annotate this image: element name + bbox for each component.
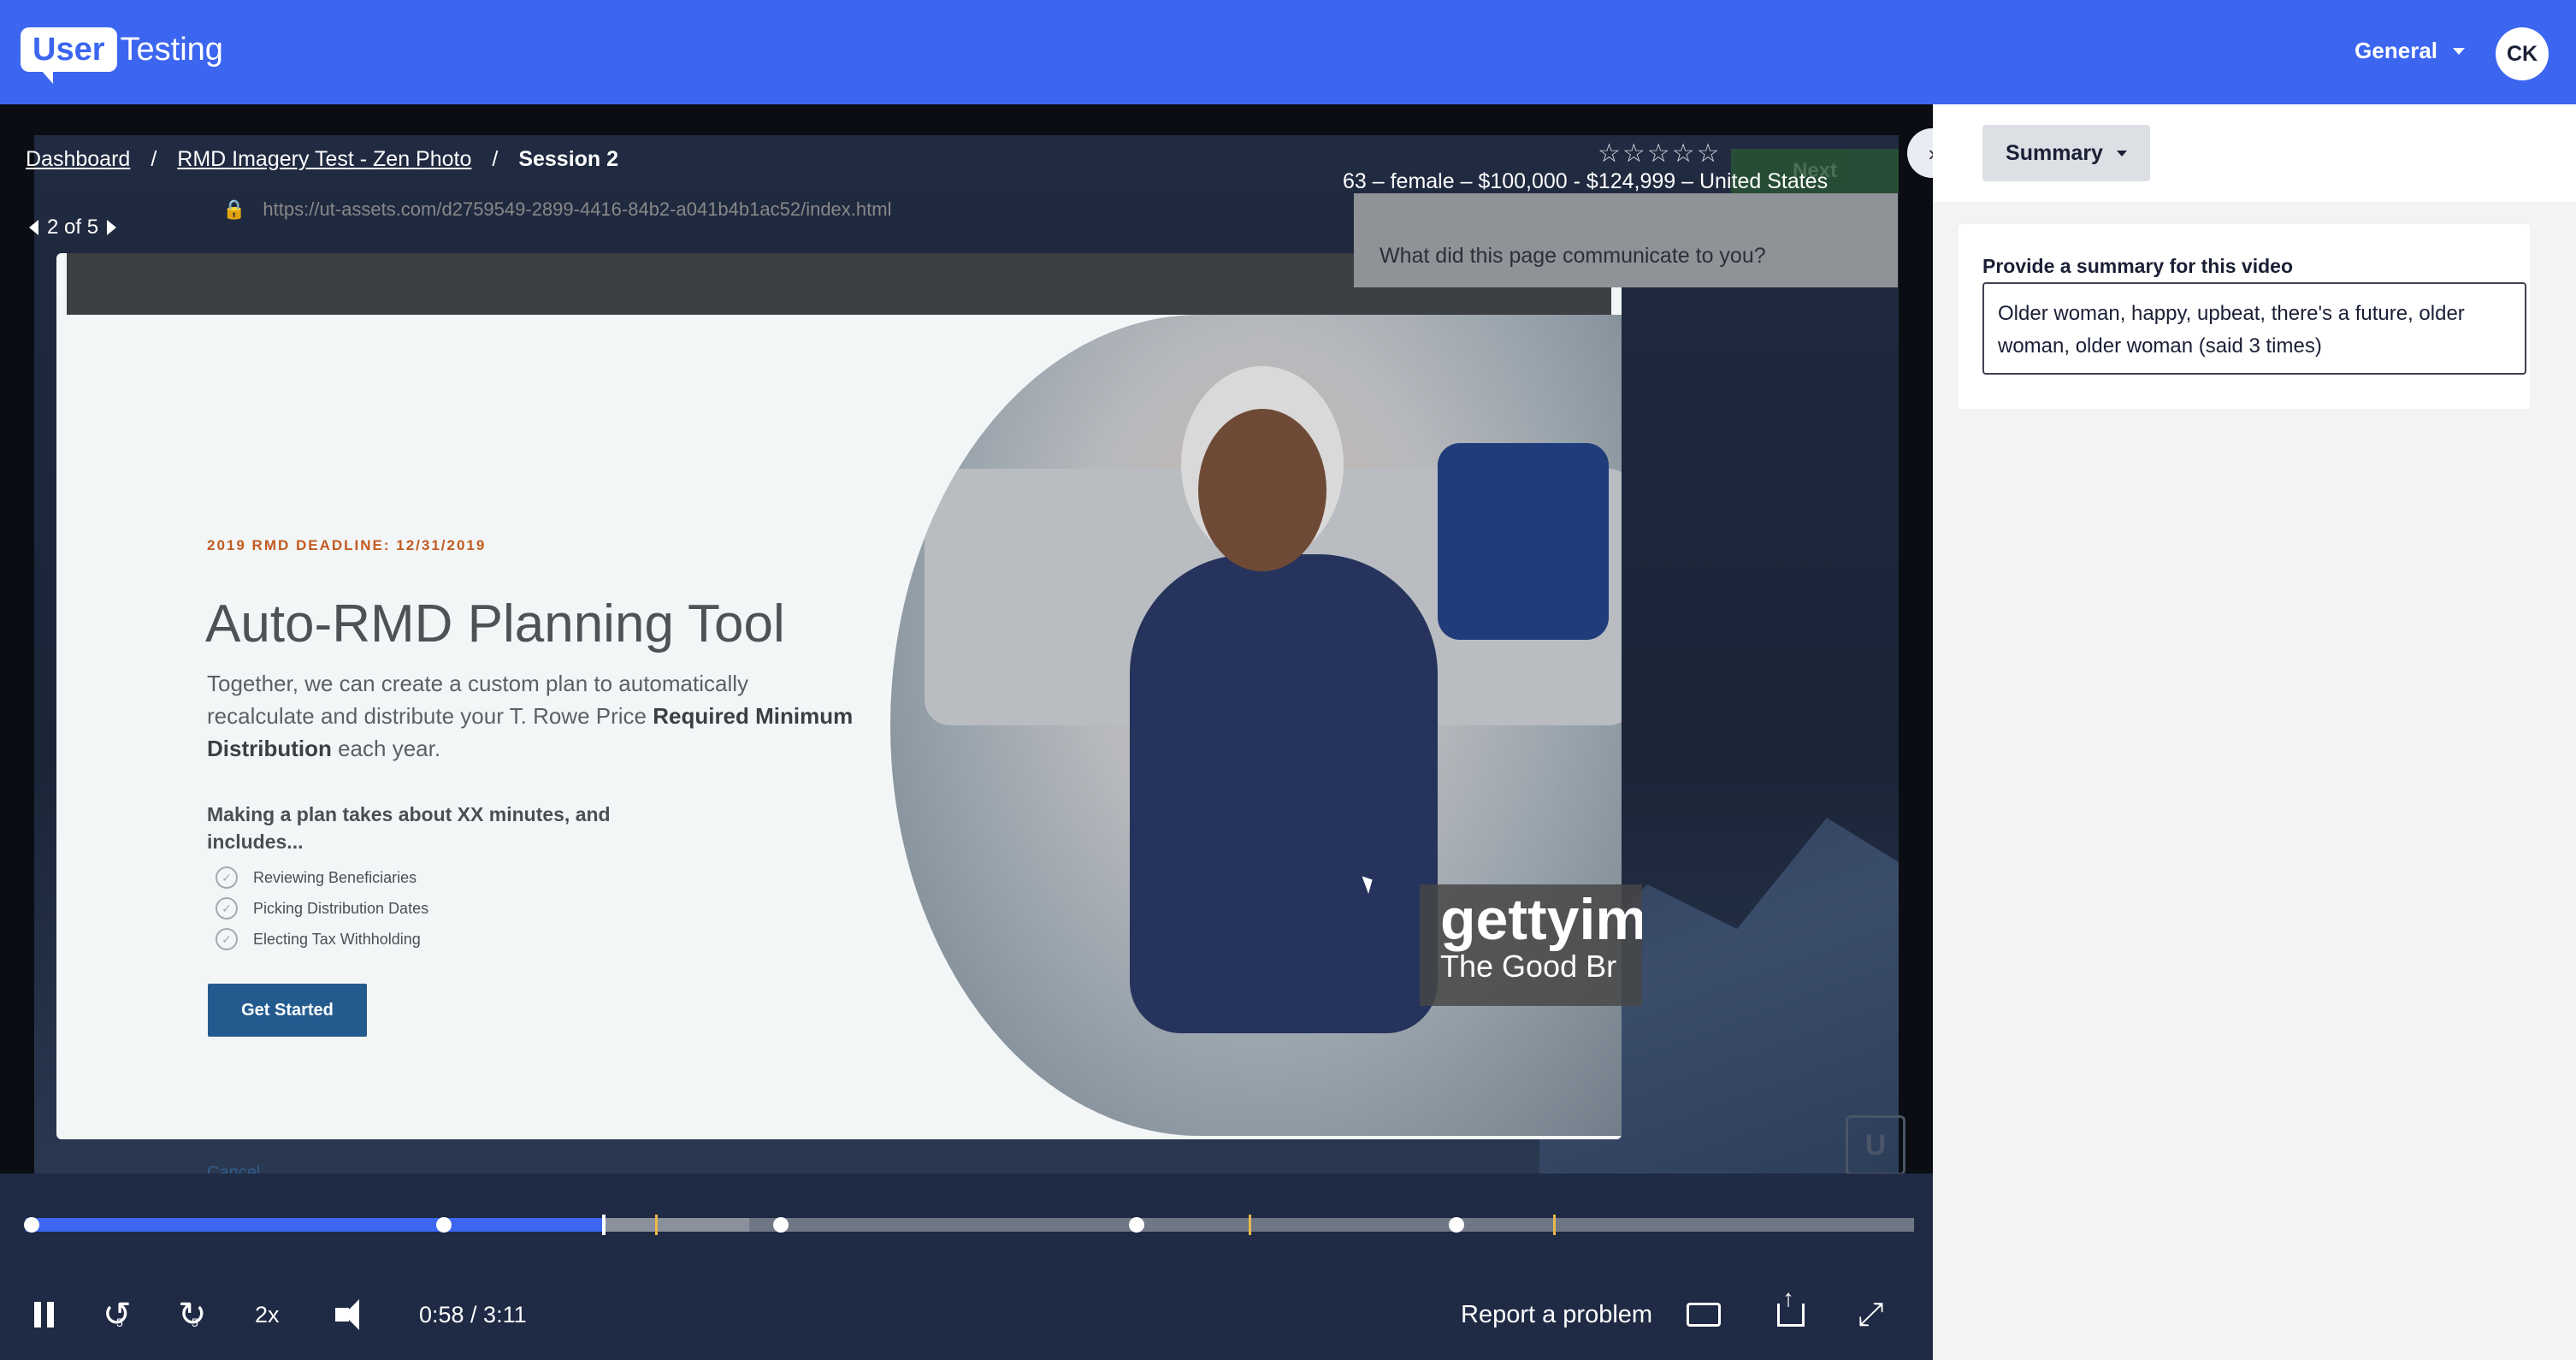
volume-button[interactable] — [335, 1276, 361, 1353]
recorded-cancel-link: Cancel — [207, 1163, 261, 1174]
photo-person-head — [1198, 409, 1326, 571]
keyboard-icon — [1687, 1303, 1721, 1327]
summary-dropdown-button[interactable]: Summary — [1982, 125, 2150, 181]
timeline-note-dot[interactable] — [24, 1217, 39, 1233]
breadcrumb-dashboard-link[interactable]: Dashboard — [26, 147, 130, 172]
keyboard-shortcuts-button[interactable] — [1687, 1276, 1721, 1353]
check-circle-icon: ✓ — [216, 928, 238, 950]
getty-watermark-main: gettyim — [1440, 887, 1642, 952]
report-problem-button[interactable]: Report a problem — [1461, 1276, 1652, 1353]
top-navigation-bar: User Testing General CK — [0, 0, 2576, 104]
usertesting-recorder-badge: U — [1846, 1115, 1905, 1174]
rewind-5-icon: ↺ 5 — [103, 1296, 132, 1333]
time-display: 0:58 / 3:11 — [419, 1301, 527, 1327]
recorded-browser-address-bar: 🔒 https://ut-assets.com/d2759549-2899-44… — [34, 190, 1557, 229]
checklist-item: ✓ Electing Tax Withholding — [216, 924, 428, 955]
checklist-item: ✓ Reviewing Beneficiaries — [216, 862, 428, 893]
getty-watermark-sub: The Good Br — [1440, 949, 1617, 984]
plan-checklist: ✓ Reviewing Beneficiaries ✓ Picking Distri… — [216, 862, 428, 955]
chevron-right-icon[interactable]: › — [1907, 128, 1933, 178]
session-position: 2 of 5 — [47, 216, 99, 239]
timeline-note-dot[interactable] — [773, 1217, 789, 1233]
recorded-url: https://ut-assets.com/d2759549-2899-4416… — [263, 198, 892, 220]
checklist-label: Electing Tax Withholding — [253, 930, 421, 948]
summary-textarea[interactable]: Older woman, happy, upbeat, there's a fu… — [1982, 282, 2526, 375]
next-session-icon[interactable] — [107, 220, 117, 235]
caret-down-icon — [2116, 150, 2127, 157]
recorded-get-started-button: Get Started — [208, 984, 367, 1037]
planning-tool-description: Together, we can create a custom plan to… — [207, 667, 857, 765]
share-icon — [1777, 1285, 1805, 1327]
star-rating[interactable]: ☆☆☆☆☆ — [1598, 139, 1721, 169]
rewind-5-button[interactable]: ↺ 5 — [103, 1276, 132, 1353]
volume-icon — [335, 1299, 359, 1330]
previous-session-icon[interactable] — [29, 220, 38, 235]
timeline-note-dot[interactable] — [436, 1217, 452, 1233]
summary-button-label: Summary — [2006, 140, 2103, 165]
forward-seconds: 5 — [192, 1316, 198, 1329]
timeline-task-marker[interactable] — [655, 1215, 658, 1235]
side-panel-header: Summary — [1933, 104, 2576, 202]
timeline-note-dot[interactable] — [1129, 1217, 1144, 1233]
getty-watermark: gettyim The Good Br — [1420, 884, 1642, 1006]
desc-part2: each year. — [331, 736, 441, 761]
planning-tool-title: Auto-RMD Planning Tool — [205, 594, 785, 653]
logo-user-badge: User — [21, 27, 117, 84]
pause-icon — [34, 1302, 54, 1327]
logo-testing-text: Testing — [120, 32, 223, 68]
timeline-played-fill — [26, 1218, 604, 1232]
workspace-dropdown[interactable]: General — [2354, 38, 2465, 64]
usertesting-logo[interactable]: User Testing — [21, 27, 223, 84]
photo-cushion — [1438, 443, 1609, 640]
video-timeline-scrubber[interactable] — [24, 1215, 1914, 1235]
summary-label: Provide a summary for this video — [1982, 255, 2294, 277]
timeline-playhead[interactable] — [602, 1215, 606, 1235]
checklist-item: ✓ Picking Distribution Dates — [216, 893, 428, 924]
lock-icon: 🔒 — [222, 198, 246, 220]
forward-5-icon: ↻ 5 — [178, 1296, 207, 1333]
breadcrumb-separator: / — [492, 147, 499, 171]
fullscreen-icon: ⤢ — [1858, 1296, 1884, 1333]
task-question: What did this page communicate to you? — [1354, 193, 1898, 287]
checklist-label: Reviewing Beneficiaries — [253, 868, 417, 886]
rewind-seconds: 5 — [116, 1316, 123, 1329]
user-avatar[interactable]: CK — [2496, 27, 2549, 80]
video-player: 🔒 https://ut-assets.com/d2759549-2899-44… — [0, 104, 1933, 1360]
fullscreen-button[interactable]: ⤢ — [1858, 1276, 1883, 1353]
checklist-label: Picking Distribution Dates — [253, 899, 429, 917]
forward-5-button[interactable]: ↻ 5 — [178, 1276, 207, 1353]
share-button[interactable] — [1777, 1276, 1805, 1353]
rmd-deadline: 2019 RMD DEADLINE: 12/31/2019 — [207, 537, 487, 553]
pause-button[interactable] — [34, 1276, 54, 1353]
summary-card: Provide a summary for this video Older w… — [1959, 224, 2530, 409]
breadcrumb-current-session: Session 2 — [518, 147, 619, 171]
breadcrumb-separator: / — [151, 147, 157, 171]
playback-speed-button[interactable]: 2x — [255, 1276, 280, 1353]
timeline-task-marker[interactable] — [1249, 1215, 1251, 1235]
check-circle-icon: ✓ — [216, 866, 238, 889]
player-controls: ↺5 ↻5 2x 0:58 / 3:11 Report a problem ⤢ — [0, 1276, 1933, 1353]
caret-down-icon — [2453, 47, 2465, 55]
breadcrumb: Dashboard / RMD Imagery Test - Zen Photo… — [26, 147, 618, 172]
session-navigator: 2 of 5 — [29, 216, 117, 239]
breadcrumb-test-link[interactable]: RMD Imagery Test - Zen Photo — [177, 147, 471, 172]
check-circle-icon: ✓ — [216, 897, 238, 919]
side-panel: Summary Provide a summary for this video… — [1933, 104, 2576, 1360]
photo-person-body — [1130, 554, 1438, 1033]
timeline-buffered-fill — [604, 1218, 749, 1232]
plan-duration-text: Making a plan takes about XX minutes, an… — [207, 803, 611, 853]
timeline-note-dot[interactable] — [1449, 1217, 1464, 1233]
video-frame[interactable]: 🔒 https://ut-assets.com/d2759549-2899-44… — [0, 104, 1933, 1174]
timeline-task-marker[interactable] — [1553, 1215, 1556, 1235]
participant-demographics: 63 – female – $100,000 - $124,999 – Unit… — [1343, 169, 1829, 193]
workspace-label: General — [2354, 38, 2437, 63]
stock-photo-older-woman — [890, 315, 1622, 1136]
